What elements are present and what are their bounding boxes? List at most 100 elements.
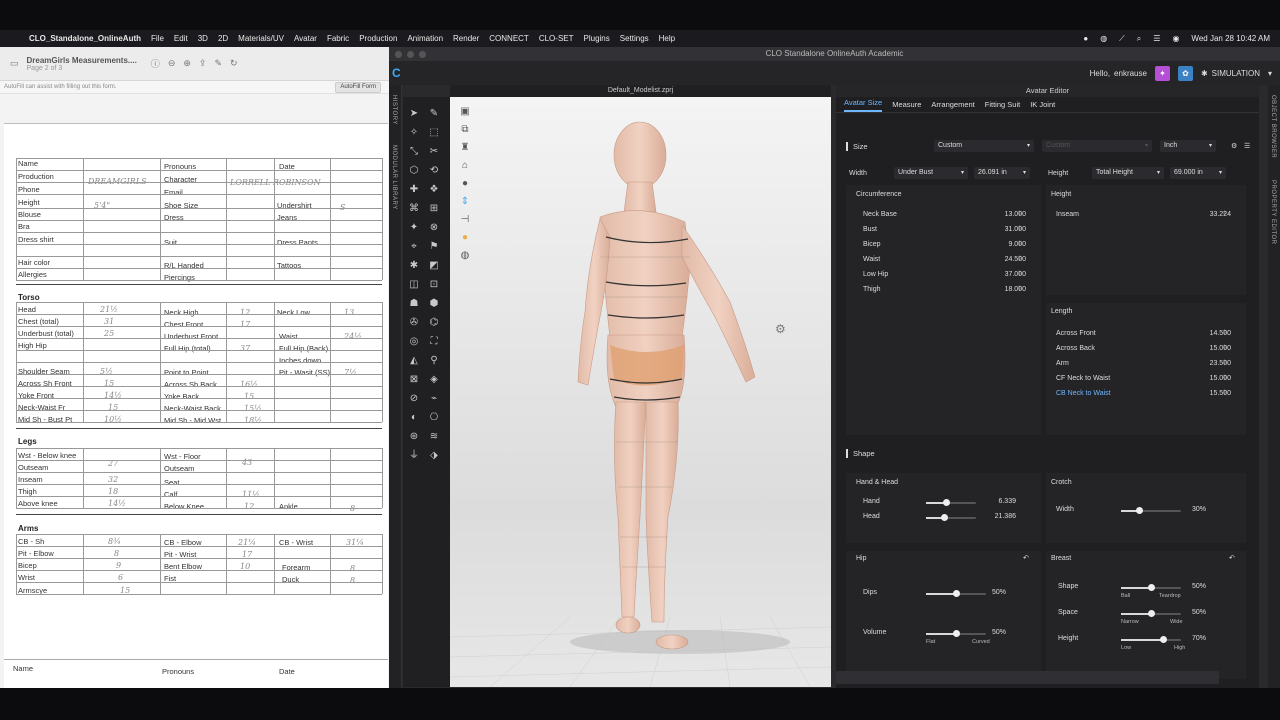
panel-tool-icon[interactable]: ◫ — [407, 280, 421, 290]
grid-tool-icon[interactable]: ⊞ — [427, 204, 441, 214]
reel-tool-icon[interactable]: ✇ — [407, 318, 421, 328]
reset-icon[interactable]: ↶ — [1229, 554, 1235, 562]
siri-icon[interactable]: ◉ — [1172, 34, 1179, 43]
tab-arrangement[interactable]: Arrangement — [931, 100, 974, 112]
closet-icon[interactable]: ✿ — [1177, 65, 1193, 81]
globe-icon[interactable]: ◍ — [1100, 34, 1107, 43]
reset-icon[interactable]: ↶ — [1023, 554, 1029, 562]
half-tool-icon[interactable]: ◐ — [407, 413, 421, 423]
edit-tool-icon[interactable]: ✎ — [427, 109, 441, 119]
select-tool-icon[interactable]: ➤ — [407, 109, 421, 119]
menu-animation[interactable]: Animation — [407, 34, 443, 43]
autofill-button[interactable]: AutoFill Form — [335, 82, 381, 93]
add-tool-icon[interactable]: ✚ — [407, 185, 421, 195]
ground-tool-icon[interactable]: ⏚ — [407, 451, 421, 461]
circle-tool-icon[interactable]: ◎ — [407, 337, 421, 347]
user-name[interactable]: enkrause — [1114, 69, 1147, 78]
cut-tool-icon[interactable]: ✂ — [427, 147, 441, 157]
move-tool-icon[interactable]: ⤡ — [407, 147, 421, 157]
gem-tool-icon[interactable]: ⬗ — [427, 451, 441, 461]
markup-icon[interactable]: ✎ — [214, 58, 222, 69]
remove-tool-icon[interactable]: ⊗ — [427, 223, 441, 233]
pattern-tool-icon[interactable]: ⬡ — [407, 166, 421, 176]
stepper-icon[interactable]: ⇕ — [1017, 255, 1022, 262]
diamond-tool-icon[interactable]: ◈ — [427, 375, 441, 385]
box-tool-icon[interactable]: ⬚ — [427, 128, 441, 138]
size-preset-dropdown[interactable]: Custom — [1042, 140, 1152, 152]
avatar-icon[interactable]: ● — [458, 179, 472, 189]
no-tool-icon[interactable]: ⊘ — [407, 394, 421, 404]
stepper-icon[interactable]: ⇕ — [1017, 225, 1022, 232]
app-name[interactable]: CLO_Standalone_OnlineAuth — [29, 34, 141, 43]
menu-render[interactable]: Render — [453, 34, 479, 43]
width-input[interactable]: 26.091 in — [974, 167, 1030, 179]
plugin-icon[interactable]: ✦ — [1154, 65, 1170, 81]
mesh-tool-icon[interactable]: ⌬ — [427, 318, 441, 328]
triangle-tool-icon[interactable]: ◭ — [407, 356, 421, 366]
menu-materials[interactable]: Materials/UV — [238, 34, 284, 43]
stepper-icon[interactable]: ⇕ — [1017, 210, 1022, 217]
layer-tool-icon[interactable]: ◩ — [427, 261, 441, 271]
pin-tool-icon[interactable]: ❖ — [427, 185, 441, 195]
star-tool-icon[interactable]: ✦ — [407, 223, 421, 233]
tab-fitting-suit[interactable]: Fitting Suit — [985, 100, 1020, 112]
chevron-down-icon[interactable]: ▾ — [1268, 69, 1272, 78]
menu-connect[interactable]: CONNECT — [489, 34, 529, 43]
house-tool-icon[interactable]: ☗ — [407, 299, 421, 309]
stepper-icon[interactable]: ⇕ — [1017, 270, 1022, 277]
close-icon[interactable] — [395, 51, 402, 58]
menu-settings[interactable]: Settings — [620, 34, 649, 43]
modular-library-tab[interactable]: MODULAR LIBRARY — [391, 145, 397, 210]
globe-icon[interactable]: ◍ — [458, 251, 472, 261]
stepper-icon[interactable]: ⇕ — [1017, 285, 1022, 292]
stepper-icon[interactable]: ⇕ — [1222, 359, 1227, 366]
weight-tool-icon[interactable]: ⚲ — [427, 356, 441, 366]
stepper-icon[interactable]: ⇕ — [1222, 329, 1227, 336]
head-value[interactable]: 21.386 — [976, 513, 1016, 520]
hand-value[interactable]: 6.339 — [976, 498, 1016, 505]
unit-dropdown[interactable]: Inch — [1160, 140, 1216, 152]
flower-tool-icon[interactable]: ⊛ — [407, 432, 421, 442]
shape-tool-icon[interactable]: ⎔ — [427, 413, 441, 423]
transform-tool-icon[interactable]: ✧ — [407, 128, 421, 138]
volume-value[interactable]: 50% — [966, 629, 1006, 636]
zoom-out-icon[interactable]: ⊖ — [168, 58, 176, 69]
simulation-icon[interactable]: ✱ — [1201, 69, 1208, 78]
simulation-button[interactable]: SIMULATION — [1212, 69, 1260, 78]
menu-plugins[interactable]: Plugins — [584, 34, 610, 43]
fullscreen-tool-icon[interactable]: ⛶ — [427, 337, 441, 347]
stepper-icon[interactable]: ⇕ — [1222, 389, 1227, 396]
stepper-icon[interactable]: ⇕ — [1017, 240, 1022, 247]
breast-height-value[interactable]: 70% — [1166, 635, 1206, 642]
lines-tool-icon[interactable]: ≋ — [427, 432, 441, 442]
tab-measure[interactable]: Measure — [892, 100, 921, 112]
object-browser-tab[interactable]: OBJECT BROWSER — [1270, 95, 1276, 158]
size-dropdown[interactable]: Custom — [934, 140, 1034, 152]
search-icon[interactable]: ⌕ — [1137, 34, 1141, 44]
horizontal-scrollbar[interactable] — [836, 671, 1219, 684]
head-slider[interactable] — [926, 514, 976, 521]
flag-tool-icon[interactable]: ⚑ — [427, 242, 441, 252]
breast-shape-value[interactable]: 50% — [1166, 583, 1206, 590]
menu-avatar[interactable]: Avatar — [294, 34, 317, 43]
rotate-icon[interactable]: ↻ — [230, 58, 238, 69]
tab-avatar-size[interactable]: Avatar Size — [844, 98, 883, 112]
list-icon[interactable]: ☰ — [1244, 142, 1250, 150]
3d-viewport[interactable]: ⚙ ▣ ⧉ ♜ ⌂ ● ⇕ ⊣ ● ◍ — [450, 97, 831, 687]
ruler-icon[interactable]: ⊣ — [458, 215, 472, 225]
menu-closet[interactable]: CLO-SET — [539, 34, 574, 43]
height-type-dropdown[interactable]: Total Height — [1092, 167, 1164, 179]
info-icon[interactable]: ⓘ — [151, 57, 160, 70]
wave-tool-icon[interactable]: ⌁ — [427, 394, 441, 404]
height-input[interactable]: 69.000 in — [1170, 167, 1226, 179]
property-editor-tab[interactable]: PROPERTY EDITOR — [1270, 180, 1276, 245]
hand-slider[interactable] — [926, 499, 976, 506]
shirt-icon[interactable]: ♜ — [458, 143, 472, 153]
light-icon[interactable]: ● — [458, 233, 472, 243]
measure-icon[interactable]: ⇕ — [458, 197, 472, 207]
hex-tool-icon[interactable]: ⬢ — [427, 299, 441, 309]
command-tool-icon[interactable]: ⌘ — [407, 204, 421, 214]
sidebar-icon[interactable]: ▭ — [10, 58, 19, 69]
menu-file[interactable]: File — [151, 34, 164, 43]
stepper-icon[interactable]: ⇕ — [1222, 344, 1227, 351]
